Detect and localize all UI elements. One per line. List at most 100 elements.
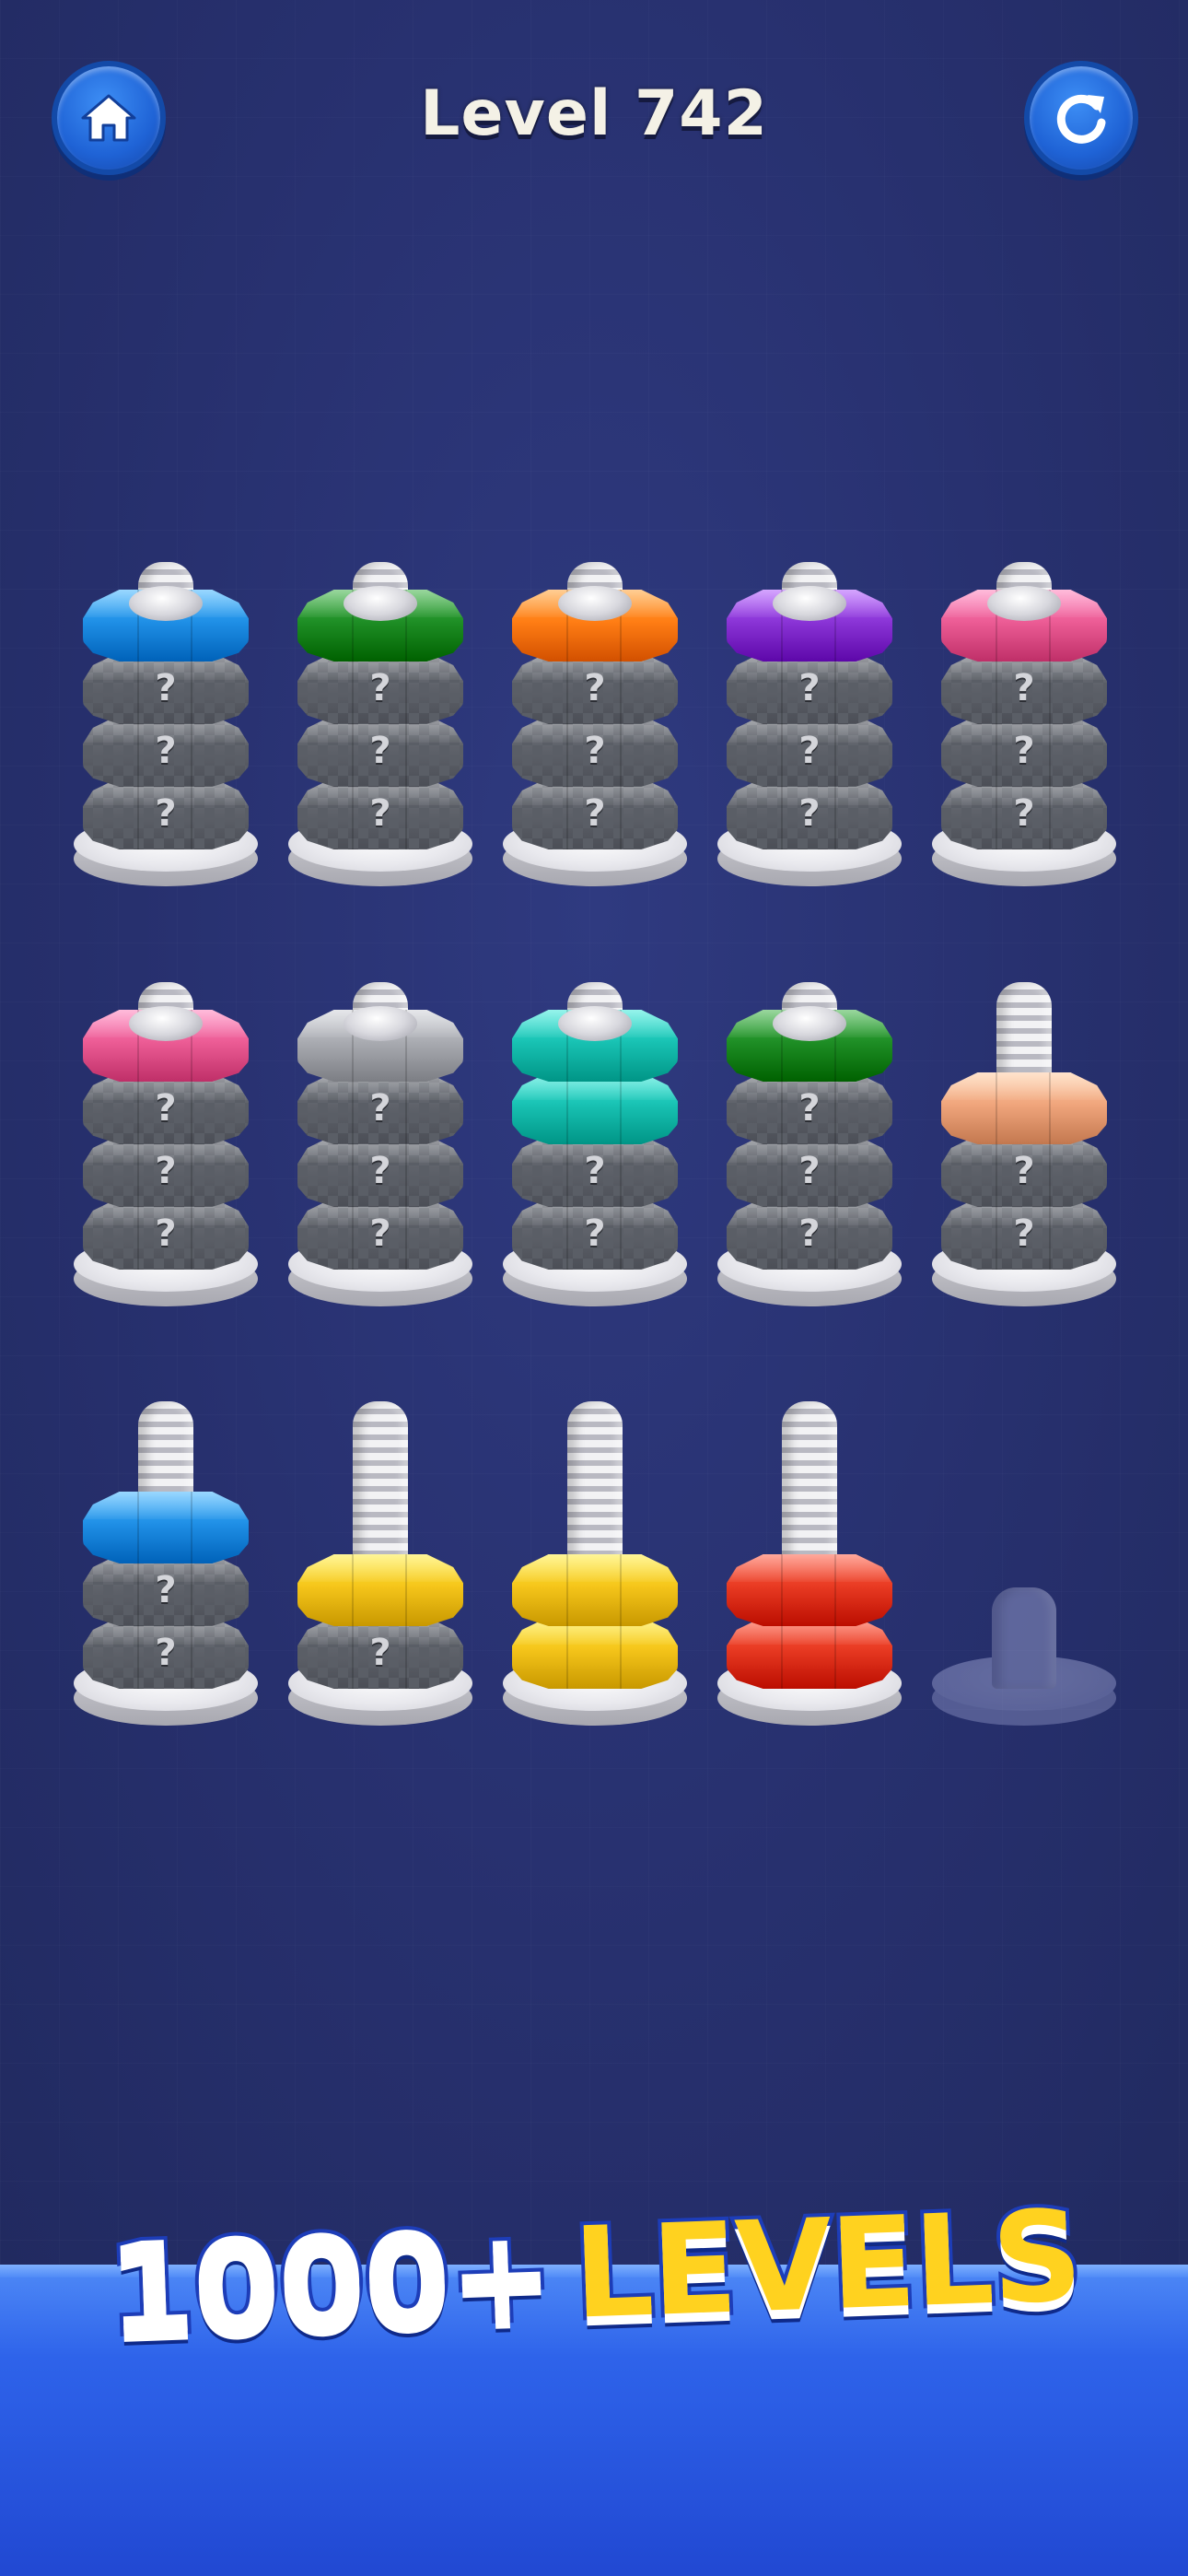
bolt-head (773, 1006, 846, 1041)
question-mark: ? (369, 792, 391, 835)
hidden-nut: ? (941, 1135, 1107, 1207)
hidden-nut: ? (297, 1072, 463, 1144)
home-button[interactable] (52, 61, 166, 175)
hidden-nut: ? (83, 1072, 249, 1144)
question-mark: ? (798, 667, 821, 709)
question-mark: ? (155, 1569, 177, 1611)
hidden-nut: ? (727, 1198, 892, 1270)
hidden-nut: ? (727, 652, 892, 724)
bolt-peg[interactable]: ? (288, 1357, 472, 1726)
bolt-peg[interactable]: ?? (932, 938, 1116, 1306)
bolt-peg[interactable]: ??? (717, 518, 902, 886)
restart-icon (1056, 94, 1106, 144)
question-mark: ? (155, 1212, 177, 1255)
hidden-nut: ? (727, 1072, 892, 1144)
question-mark: ? (584, 1150, 606, 1192)
nut-teal (512, 1072, 678, 1144)
question-mark: ? (798, 1150, 821, 1192)
bolt-head (558, 586, 632, 621)
nut-blue (83, 1492, 249, 1563)
hidden-nut: ? (512, 652, 678, 724)
hidden-nut: ? (512, 1135, 678, 1207)
bolt-peg[interactable]: ??? (503, 518, 687, 886)
question-mark: ? (155, 1087, 177, 1130)
bolt-head (344, 586, 417, 621)
bolt-peg[interactable]: ??? (74, 938, 258, 1306)
bolt-head (129, 586, 203, 621)
hidden-nut: ? (83, 1198, 249, 1270)
question-mark: ? (1013, 730, 1035, 772)
bolt-peg[interactable]: ??? (288, 518, 472, 886)
question-mark: ? (369, 1150, 391, 1192)
hidden-nut: ? (83, 1617, 249, 1689)
nut-yellow (297, 1554, 463, 1626)
bolt-head (558, 1006, 632, 1041)
hidden-nut: ? (297, 1617, 463, 1689)
hidden-nut: ? (297, 715, 463, 787)
hidden-nut: ? (83, 1135, 249, 1207)
nut-peach (941, 1072, 1107, 1144)
banner-word: LEVELS (567, 2181, 1087, 2351)
nut-red (727, 1617, 892, 1689)
question-mark: ? (1013, 1212, 1035, 1255)
hidden-nut: ? (512, 1198, 678, 1270)
hidden-nut: ? (941, 652, 1107, 724)
question-mark: ? (798, 730, 821, 772)
question-mark: ? (798, 792, 821, 835)
hidden-nut: ? (83, 778, 249, 849)
hidden-nut: ? (297, 778, 463, 849)
bolt-peg[interactable]: ?? (503, 938, 687, 1306)
question-mark: ? (798, 1212, 821, 1255)
nut-yellow (512, 1617, 678, 1689)
hidden-nut: ? (83, 652, 249, 724)
question-mark: ? (155, 730, 177, 772)
nut-red (727, 1554, 892, 1626)
bolt-peg[interactable] (932, 1357, 1116, 1726)
hidden-nut: ? (297, 652, 463, 724)
bolt-peg[interactable]: ??? (74, 518, 258, 886)
bolt-peg[interactable] (503, 1357, 687, 1726)
nut-yellow (512, 1554, 678, 1626)
question-mark: ? (584, 792, 606, 835)
bolt-head (129, 1006, 203, 1041)
hidden-nut: ? (297, 1135, 463, 1207)
hidden-nut: ? (727, 715, 892, 787)
hidden-nut: ? (727, 778, 892, 849)
question-mark: ? (584, 730, 606, 772)
bolt-peg[interactable]: ??? (932, 518, 1116, 886)
question-mark: ? (369, 1087, 391, 1130)
question-mark: ? (1013, 1150, 1035, 1192)
hidden-nut: ? (83, 715, 249, 787)
question-mark: ? (1013, 667, 1035, 709)
promo-banner-text: 1000+ LEVELS (101, 2166, 1087, 2382)
question-mark: ? (584, 667, 606, 709)
hidden-nut: ? (727, 1135, 892, 1207)
hidden-nut: ? (941, 778, 1107, 849)
restart-button[interactable] (1024, 61, 1138, 175)
question-mark: ? (155, 1150, 177, 1192)
question-mark: ? (369, 1212, 391, 1255)
question-mark: ? (584, 1212, 606, 1255)
question-mark: ? (798, 1087, 821, 1130)
bolt-peg[interactable]: ??? (717, 938, 902, 1306)
bolt-head (344, 1006, 417, 1041)
question-mark: ? (155, 1632, 177, 1674)
hidden-nut: ? (941, 1198, 1107, 1270)
hidden-nut: ? (297, 1198, 463, 1270)
bolt-rod (992, 1587, 1056, 1689)
question-mark: ? (155, 667, 177, 709)
bolt-head (987, 586, 1061, 621)
bolt-head (773, 586, 846, 621)
bolt-peg[interactable] (717, 1357, 902, 1726)
hidden-nut: ? (941, 715, 1107, 787)
question-mark: ? (369, 667, 391, 709)
question-mark: ? (369, 1632, 391, 1674)
question-mark: ? (369, 730, 391, 772)
hidden-nut: ? (83, 1554, 249, 1626)
bolt-peg[interactable]: ??? (288, 938, 472, 1306)
hidden-nut: ? (512, 778, 678, 849)
banner-number: 1000+ (101, 2199, 558, 2368)
question-mark: ? (155, 792, 177, 835)
bolt-peg[interactable]: ?? (74, 1357, 258, 1726)
question-mark: ? (1013, 792, 1035, 835)
